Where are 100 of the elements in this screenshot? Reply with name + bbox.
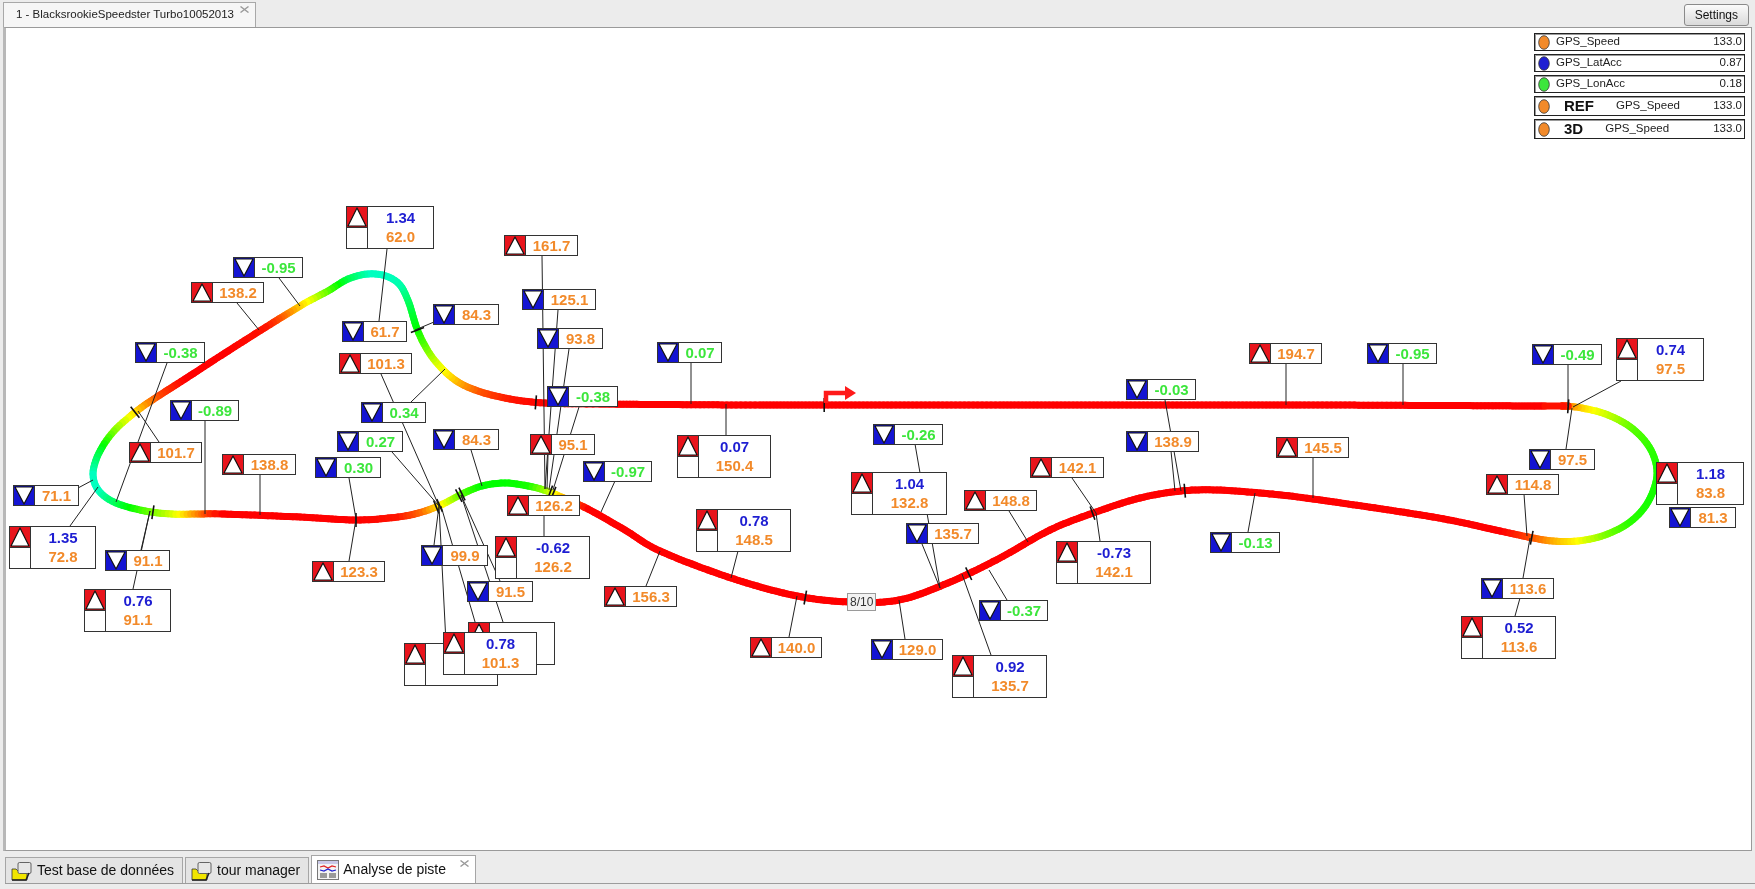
value-label: 72.8 xyxy=(48,548,78,567)
value-label: 91.1 xyxy=(123,611,153,630)
value-label: 91.1 xyxy=(133,551,163,570)
tick-mark-icon xyxy=(1529,530,1534,546)
workspace-tab[interactable]: tour manager xyxy=(185,857,310,883)
document-tab[interactable]: 1 - BlacksrookieSpeedster Turbo10052013 xyxy=(3,2,256,27)
leader-line xyxy=(470,449,483,487)
value-label: 101.3 xyxy=(367,354,405,373)
leader-line xyxy=(259,474,261,516)
value-label: 150.4 xyxy=(715,457,754,476)
value-label: 161.7 xyxy=(532,236,571,255)
leader-line xyxy=(1312,457,1314,499)
leader-line xyxy=(236,302,260,331)
value-label: -0.73 xyxy=(1096,543,1132,562)
chart-window-icon xyxy=(317,859,340,880)
channel-value: 0.87 xyxy=(1719,55,1742,71)
value-label: 113.6 xyxy=(1509,579,1547,598)
value-label: 142.1 xyxy=(1095,563,1133,582)
value-label: 97.5 xyxy=(1655,360,1686,379)
leader-line xyxy=(1402,363,1404,406)
value-label: 148.8 xyxy=(992,491,1030,510)
value-label: 101.3 xyxy=(481,654,520,673)
value-label: -0.95 xyxy=(1395,344,1430,363)
value-label: 145.5 xyxy=(1304,438,1342,457)
leader-line xyxy=(690,362,692,405)
start-arrow-icon xyxy=(823,386,856,403)
value-label: 71.1 xyxy=(41,486,72,505)
reference-tag: REF xyxy=(1564,94,1594,118)
value-label: 0.78 xyxy=(739,511,769,530)
channel-name: GPS_LatAcc xyxy=(1556,55,1622,71)
value-label: 0.92 xyxy=(995,657,1025,676)
value-label: 83.8 xyxy=(1695,484,1726,503)
value-label: 99.9 xyxy=(450,546,480,565)
value-label: 101.7 xyxy=(157,443,195,462)
leader-line xyxy=(348,477,357,520)
value-label: 0.76 xyxy=(123,591,153,610)
value-label: 125.1 xyxy=(550,290,589,309)
value-label: 95.1 xyxy=(558,435,588,454)
tick-mark-icon xyxy=(534,394,538,411)
leader-line xyxy=(1514,597,1521,617)
tick-mark-icon xyxy=(1089,505,1096,521)
value-label: 0.30 xyxy=(343,458,374,477)
tick-mark-icon xyxy=(129,406,141,419)
channel-value: 133.0 xyxy=(1713,34,1742,50)
value-label: 1.34 xyxy=(385,208,416,227)
value-label: 132.8 xyxy=(890,494,929,513)
value-label: 84.3 xyxy=(461,430,492,449)
value-label: 81.3 xyxy=(1698,508,1728,527)
value-label: 129.0 xyxy=(898,640,937,659)
workspace-tab[interactable]: Analyse de piste xyxy=(311,855,476,883)
value-label: 156.3 xyxy=(632,587,670,606)
tick-mark-icon xyxy=(151,504,155,520)
tick-mark-icon xyxy=(823,397,825,413)
workspace-tab[interactable]: Test base de données xyxy=(5,857,183,883)
value-label: 1.18 xyxy=(1695,464,1726,483)
value-label: -0.49 xyxy=(1560,345,1595,364)
channel-value: 133.0 xyxy=(1713,98,1742,114)
value-label: -0.13 xyxy=(1238,533,1273,552)
leader-line xyxy=(898,599,906,640)
value-label: 0.27 xyxy=(365,432,396,451)
value-label: -0.97 xyxy=(610,462,646,481)
folder-icon xyxy=(11,860,33,881)
value-label: 91.5 xyxy=(495,582,526,601)
channel-value: 0.18 xyxy=(1719,76,1742,92)
leader-line xyxy=(1247,492,1256,533)
tick-mark-icon xyxy=(454,488,463,503)
leader-line xyxy=(543,515,545,537)
close-icon[interactable] xyxy=(240,6,249,13)
value-label: -0.38 xyxy=(575,387,611,406)
tick-mark-icon xyxy=(410,326,425,334)
leader-line xyxy=(348,518,357,562)
settings-button[interactable]: Settings xyxy=(1683,4,1749,26)
value-label: 148.5 xyxy=(735,531,773,550)
leader-line xyxy=(645,550,661,587)
value-label: -0.37 xyxy=(1006,601,1042,620)
channel-name: GPS_LonAcc xyxy=(1556,76,1626,92)
value-label: 97.5 xyxy=(1557,450,1588,469)
value-label: 114.8 xyxy=(1514,475,1552,494)
value-label: 0.74 xyxy=(1655,340,1686,359)
value-label: 194.7 xyxy=(1277,344,1315,363)
channel-name: GPS_Speed xyxy=(1616,98,1680,114)
leader-line xyxy=(414,321,435,331)
leader-line xyxy=(788,595,798,638)
leader-line xyxy=(730,550,739,579)
reference-tag: 3D xyxy=(1564,117,1584,141)
tick-mark-icon xyxy=(803,589,808,606)
leader-line xyxy=(278,277,301,307)
lap-counter: 8/10 xyxy=(847,593,877,611)
channel-value: 133.0 xyxy=(1713,121,1742,137)
channel-name: GPS_Speed xyxy=(1605,121,1670,137)
folder-icon xyxy=(191,860,213,881)
value-label: 123.3 xyxy=(340,562,378,581)
value-label: -0.95 xyxy=(261,258,296,277)
value-label: -0.26 xyxy=(901,425,936,444)
value-label: 0.07 xyxy=(719,437,750,456)
leader-line xyxy=(600,480,616,513)
value-label: 61.7 xyxy=(370,322,400,341)
value-label: -0.38 xyxy=(163,343,198,362)
close-icon[interactable] xyxy=(460,860,469,867)
value-label: 0.07 xyxy=(685,343,715,362)
